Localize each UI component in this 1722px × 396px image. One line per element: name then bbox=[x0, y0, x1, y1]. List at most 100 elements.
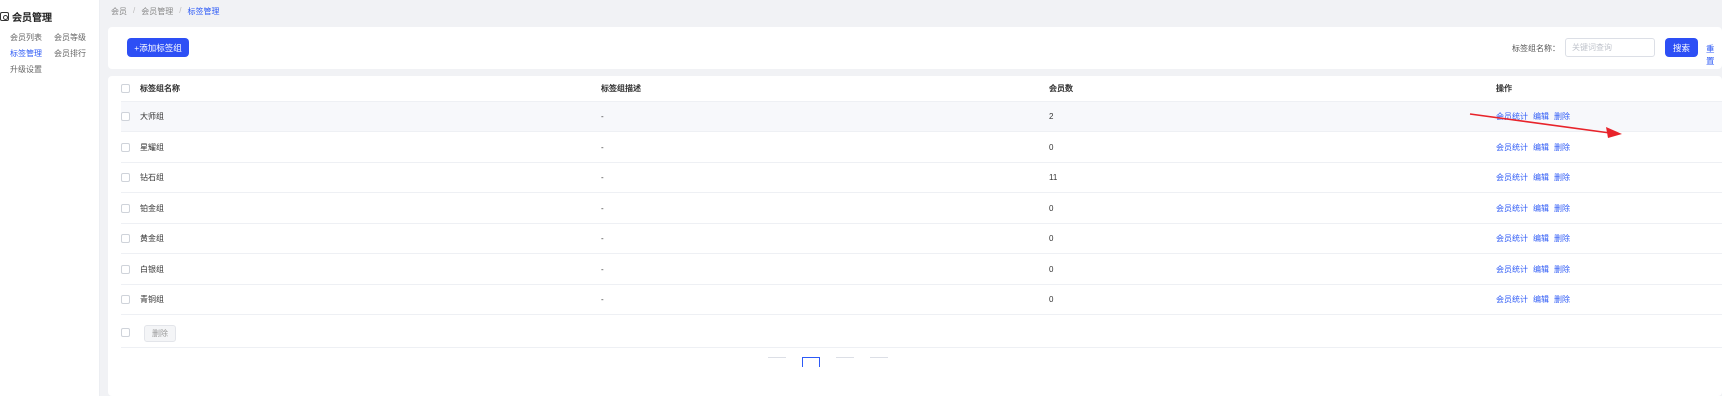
row-tag-group-description: - bbox=[601, 234, 604, 243]
edit-link[interactable]: 编辑 bbox=[1533, 142, 1549, 153]
breadcrumb-item-member-management[interactable]: 会员管理 bbox=[141, 6, 173, 17]
delete-link[interactable]: 删除 bbox=[1554, 142, 1570, 153]
table-row: 青铜组 - 0 会员统计 编辑 删除 bbox=[121, 285, 1722, 315]
delete-link[interactable]: 删除 bbox=[1554, 111, 1570, 122]
row-tag-group-description: - bbox=[601, 112, 604, 121]
member-stats-link[interactable]: 会员统计 bbox=[1496, 172, 1528, 183]
breadcrumb-separator: / bbox=[179, 6, 182, 15]
search-button[interactable]: 搜索 bbox=[1665, 38, 1698, 57]
column-header-actions: 操作 bbox=[1496, 84, 1512, 93]
row-checkbox[interactable] bbox=[121, 203, 130, 213]
table-row: 钻石组 - 11 会员统计 编辑 删除 bbox=[121, 163, 1722, 193]
footer-select-checkbox[interactable] bbox=[121, 328, 130, 337]
row-checkbox[interactable] bbox=[121, 173, 130, 182]
delete-link[interactable]: 删除 bbox=[1554, 294, 1570, 305]
sidebar-header[interactable]: 会员管理 bbox=[0, 9, 52, 24]
page: 会员管理 会员列表 会员等级 标签管理 会员排行 升级设置 会员 / 会员管理 … bbox=[0, 0, 1722, 396]
member-stats-link[interactable]: 会员统计 bbox=[1496, 142, 1528, 153]
row-member-count: 0 bbox=[1049, 264, 1054, 274]
row-checkbox[interactable] bbox=[121, 142, 130, 152]
member-stats-link[interactable]: 会员统计 bbox=[1496, 264, 1528, 275]
sidebar: 会员管理 会员列表 会员等级 标签管理 会员排行 升级设置 bbox=[0, 0, 100, 396]
row-tag-group-description: - bbox=[601, 173, 604, 182]
sidebar-item-member-list[interactable]: 会员列表 bbox=[10, 32, 54, 43]
pagination-current-page[interactable] bbox=[802, 357, 820, 367]
pagination-prev[interactable] bbox=[768, 357, 786, 367]
sidebar-header-label: 会员管理 bbox=[12, 13, 52, 24]
sidebar-item-member-ranking[interactable]: 会员排行 bbox=[54, 48, 98, 59]
edit-link[interactable]: 编辑 bbox=[1533, 172, 1549, 183]
row-member-count: 0 bbox=[1049, 295, 1054, 304]
table-footer: 删除 bbox=[121, 318, 1722, 348]
member-stats-link[interactable]: 会员统计 bbox=[1496, 294, 1528, 305]
row-checkbox[interactable] bbox=[121, 295, 130, 304]
table-row: 黄金组 - 0 会员统计 编辑 删除 bbox=[121, 224, 1722, 254]
row-actions: 会员统计 编辑 删除 bbox=[1496, 172, 1570, 183]
member-stats-link[interactable]: 会员统计 bbox=[1496, 203, 1528, 214]
sidebar-nav: 会员列表 会员等级 标签管理 会员排行 升级设置 bbox=[10, 32, 98, 75]
table-row: 大师组 - 2 会员统计 编辑 删除 bbox=[121, 102, 1722, 132]
row-checkbox[interactable] bbox=[121, 112, 130, 121]
delete-link[interactable]: 删除 bbox=[1554, 233, 1570, 244]
row-actions: 会员统计 编辑 删除 bbox=[1496, 264, 1570, 275]
column-header-name: 标签组名称 bbox=[140, 84, 180, 93]
row-tag-group-name: 大师组 bbox=[140, 112, 164, 121]
row-tag-group-name: 黄金组 bbox=[140, 234, 164, 243]
pagination-next[interactable] bbox=[836, 357, 854, 367]
edit-link[interactable]: 编辑 bbox=[1533, 233, 1549, 244]
sidebar-item-tag-management[interactable]: 标签管理 bbox=[10, 48, 54, 59]
row-tag-group-description: - bbox=[601, 295, 604, 304]
row-member-count: 0 bbox=[1049, 203, 1054, 213]
row-tag-group-name: 白银组 bbox=[140, 264, 164, 274]
bulk-delete-button[interactable]: 删除 bbox=[144, 325, 176, 342]
edit-link[interactable]: 编辑 bbox=[1533, 203, 1549, 214]
select-all-checkbox[interactable] bbox=[121, 84, 130, 93]
add-tag-group-button[interactable]: +添加标签组 bbox=[127, 38, 189, 57]
pagination-size[interactable] bbox=[870, 357, 888, 367]
member-stats-link[interactable]: 会员统计 bbox=[1496, 233, 1528, 244]
row-tag-group-description: - bbox=[601, 142, 604, 152]
breadcrumb: 会员 / 会员管理 / 标签管理 bbox=[111, 6, 219, 17]
table-header: 标签组名称 标签组描述 会员数 操作 bbox=[121, 76, 1722, 102]
column-header-member-count: 会员数 bbox=[1049, 84, 1073, 93]
row-member-count: 0 bbox=[1049, 234, 1054, 243]
row-actions: 会员统计 编辑 删除 bbox=[1496, 111, 1570, 122]
row-member-count: 11 bbox=[1049, 173, 1058, 182]
row-member-count: 0 bbox=[1049, 142, 1054, 152]
column-header-description: 标签组描述 bbox=[601, 84, 641, 93]
row-tag-group-description: - bbox=[601, 264, 604, 274]
edit-link[interactable]: 编辑 bbox=[1533, 264, 1549, 275]
tag-group-name-input[interactable] bbox=[1565, 38, 1655, 57]
sidebar-item-upgrade-settings[interactable]: 升级设置 bbox=[10, 64, 54, 75]
row-actions: 会员统计 编辑 删除 bbox=[1496, 203, 1570, 214]
row-member-count: 2 bbox=[1049, 112, 1054, 121]
pagination bbox=[768, 357, 888, 367]
row-tag-group-name: 铂金组 bbox=[140, 203, 164, 213]
delete-link[interactable]: 删除 bbox=[1554, 203, 1570, 214]
delete-link[interactable]: 删除 bbox=[1554, 172, 1570, 183]
member-stats-link[interactable]: 会员统计 bbox=[1496, 111, 1528, 122]
tag-group-table: 标签组名称 标签组描述 会员数 操作 大师组 -2 会员统计 编辑 删除 星耀组 -0 会员统… bbox=[108, 76, 1722, 396]
table-row: 星耀组 - 0 会员统计 编辑 删除 bbox=[121, 133, 1722, 163]
table-row: 铂金组 - 0 会员统计 编辑 删除 bbox=[121, 194, 1722, 224]
row-tag-group-name: 星耀组 bbox=[140, 142, 164, 152]
row-actions: 会员统计 编辑 删除 bbox=[1496, 142, 1570, 153]
row-tag-group-name: 青铜组 bbox=[140, 295, 164, 304]
toolbar-card: +添加标签组 标签组名称： 搜索 重置 bbox=[108, 27, 1722, 69]
row-tag-group-description: - bbox=[601, 203, 604, 213]
breadcrumb-separator: / bbox=[133, 6, 136, 15]
row-tag-group-name: 钻石组 bbox=[140, 173, 164, 182]
edit-link[interactable]: 编辑 bbox=[1533, 294, 1549, 305]
reset-button[interactable]: 重置 bbox=[1706, 43, 1722, 67]
member-management-icon bbox=[0, 12, 9, 21]
row-actions: 会员统计 编辑 删除 bbox=[1496, 233, 1570, 244]
row-checkbox[interactable] bbox=[121, 234, 130, 243]
breadcrumb-item-tag-management: 标签管理 bbox=[187, 7, 220, 16]
row-checkbox[interactable] bbox=[121, 264, 130, 274]
filter-label: 标签组名称： bbox=[1512, 44, 1560, 53]
delete-link[interactable]: 删除 bbox=[1554, 264, 1570, 275]
sidebar-item-member-level[interactable]: 会员等级 bbox=[54, 32, 98, 43]
table-row: 白银组 - 0 会员统计 编辑 删除 bbox=[121, 255, 1722, 285]
edit-link[interactable]: 编辑 bbox=[1533, 111, 1549, 122]
breadcrumb-item-member[interactable]: 会员 bbox=[111, 6, 127, 17]
